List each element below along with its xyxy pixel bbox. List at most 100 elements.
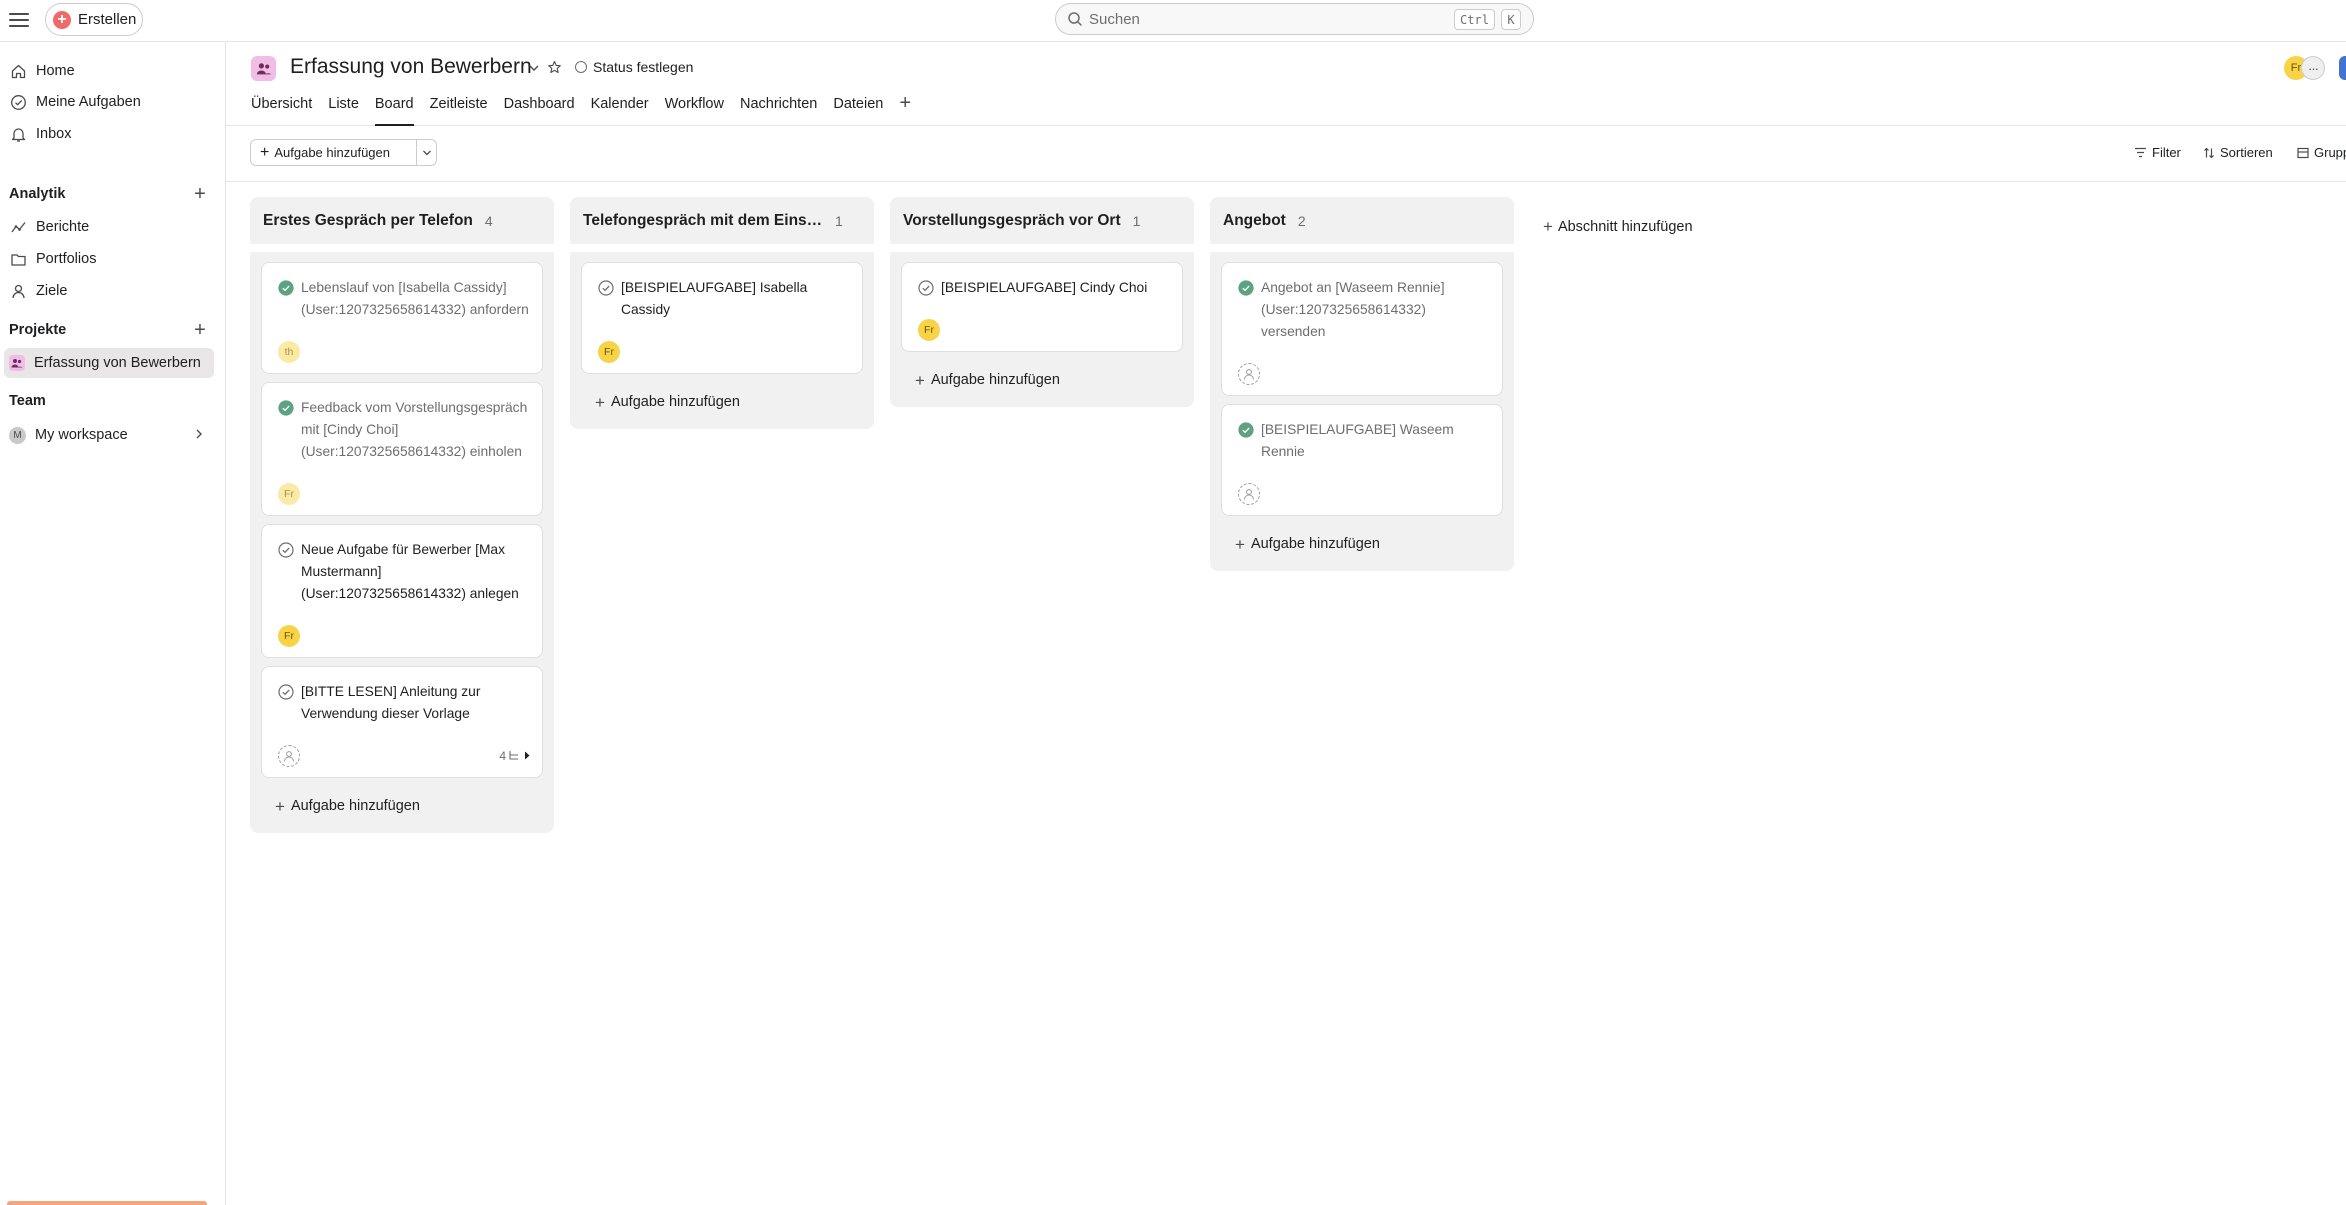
expand-triangle-icon bbox=[524, 749, 530, 763]
group-label: Grupp bbox=[2314, 145, 2346, 160]
tab-timeline[interactable]: Zeitleiste bbox=[422, 93, 496, 126]
task-card[interactable]: Angebot an [Waseem Rennie](User:12073256… bbox=[1221, 262, 1503, 396]
sidebar-item-reports[interactable]: Berichte bbox=[4, 212, 214, 242]
add-analytics-button[interactable]: + bbox=[191, 183, 209, 206]
projects-section-header: Projekte + bbox=[9, 318, 209, 342]
task-title-row: [BEISPIELAUFGABE] Cindy Choi bbox=[918, 277, 1170, 299]
assignee-avatar[interactable]: Fr bbox=[918, 318, 940, 341]
tab-dashboard[interactable]: Dashboard bbox=[496, 93, 583, 126]
task-title: Feedback vom Vorstellungsgespräch mit [C… bbox=[301, 400, 528, 459]
unassigned-avatar-icon[interactable] bbox=[278, 744, 300, 767]
filter-icon bbox=[2135, 147, 2146, 158]
filter-button[interactable]: Filter bbox=[2134, 145, 2181, 160]
sidebar-item-label: Erfassung von Bewerbern bbox=[34, 355, 201, 371]
completed-check-icon[interactable] bbox=[1238, 422, 1254, 438]
tab-board[interactable]: Board bbox=[367, 93, 422, 126]
task-footer bbox=[1238, 362, 1490, 385]
tab-overview[interactable]: Übersicht bbox=[251, 93, 320, 126]
subtask-count[interactable]: 4 bbox=[499, 749, 530, 763]
check-circle-icon[interactable] bbox=[918, 280, 934, 296]
column-add-task-button[interactable]: + Aufgabe hinzufügen bbox=[1221, 524, 1503, 564]
chevron-right-icon bbox=[196, 429, 202, 439]
column-title: Erstes Gespräch per Telefon bbox=[263, 211, 473, 229]
column-add-task-button[interactable]: + Aufgabe hinzufügen bbox=[581, 382, 863, 422]
board-column: Telefongespräch mit dem Einstel... 1 [BEIS… bbox=[570, 197, 874, 429]
sidebar-item-portfolios[interactable]: Portfolios bbox=[4, 244, 214, 274]
projects-section-title: Projekte bbox=[9, 322, 67, 338]
task-card[interactable]: [BEISPIELAUFGABE] Waseem Rennie bbox=[1221, 404, 1503, 516]
task-title: Angebot an [Waseem Rennie](User:12073256… bbox=[1261, 280, 1445, 339]
assignee-avatar[interactable]: th bbox=[278, 340, 300, 363]
sort-button[interactable]: Sortieren bbox=[2203, 145, 2273, 160]
check-circle-icon[interactable] bbox=[598, 280, 614, 296]
task-card[interactable]: Neue Aufgabe für Bewerber [Max Musterman… bbox=[261, 524, 543, 658]
share-button[interactable] bbox=[2339, 56, 2346, 80]
task-title: Lebenslauf von [Isabella Cassidy](User:1… bbox=[301, 280, 529, 317]
tab-calendar[interactable]: Kalender bbox=[583, 93, 657, 126]
search-input[interactable]: Suchen Ctrl K bbox=[1055, 3, 1534, 35]
tab-files[interactable]: Dateien bbox=[825, 93, 891, 126]
tab-list[interactable]: Liste bbox=[320, 93, 367, 126]
task-footer bbox=[1238, 482, 1490, 505]
top-bar: + Erstellen Suchen Ctrl K bbox=[0, 0, 2346, 42]
create-button[interactable]: + Erstellen bbox=[45, 3, 143, 36]
add-project-button[interactable]: + bbox=[191, 319, 209, 342]
check-circle-icon[interactable] bbox=[278, 684, 294, 700]
completed-check-icon[interactable] bbox=[1238, 280, 1254, 296]
completed-check-icon[interactable] bbox=[278, 280, 294, 296]
assignee-avatar[interactable]: Fr bbox=[278, 482, 300, 505]
project-people-icon bbox=[9, 355, 25, 371]
sidebar-item-label: Portfolios bbox=[36, 251, 97, 267]
sidebar-item-goals[interactable]: Ziele bbox=[4, 276, 214, 306]
sidebar-item-home[interactable]: Home bbox=[4, 56, 214, 86]
column-add-task-button[interactable]: + Aufgabe hinzufügen bbox=[901, 360, 1183, 400]
group-icon bbox=[2297, 147, 2309, 158]
completed-check-icon[interactable] bbox=[278, 400, 294, 416]
task-title: [BEISPIELAUFGABE] Cindy Choi bbox=[941, 280, 1148, 295]
tab-workflow[interactable]: Workflow bbox=[657, 93, 732, 126]
task-card[interactable]: Feedback vom Vorstellungsgespräch mit [C… bbox=[261, 382, 543, 516]
chevron-down-icon[interactable] bbox=[528, 63, 540, 73]
tab-messages[interactable]: Nachrichten bbox=[732, 93, 825, 126]
trial-banner-edge[interactable] bbox=[7, 1201, 207, 1205]
filter-label: Filter bbox=[2152, 145, 2181, 160]
check-circle-icon[interactable] bbox=[278, 542, 294, 558]
project-tabs: Übersicht Liste Board Zeitleiste Dashboa… bbox=[251, 93, 919, 126]
group-button[interactable]: Grupp bbox=[2297, 145, 2346, 160]
column-count: 1 bbox=[835, 212, 843, 229]
star-icon[interactable] bbox=[547, 60, 562, 75]
sidebar-item-label: Home bbox=[36, 63, 75, 79]
sidebar-item-inbox[interactable]: Inbox bbox=[4, 119, 214, 149]
column-header[interactable]: Telefongespräch mit dem Einstel... 1 bbox=[570, 197, 874, 244]
project-header: Erfassung von Bewerbern Status festlegen… bbox=[226, 42, 2346, 126]
sidebar-item-workspace[interactable]: M My workspace bbox=[4, 420, 214, 450]
column-add-task-label: Aufgabe hinzufügen bbox=[290, 798, 420, 814]
more-members-button[interactable]: ··· bbox=[2301, 56, 2325, 80]
column-header[interactable]: Vorstellungsgespräch vor Ort 1 bbox=[890, 197, 1194, 244]
unassigned-avatar-icon[interactable] bbox=[1238, 482, 1260, 505]
add-tab-button[interactable]: + bbox=[891, 93, 919, 126]
add-task-label: Aufgabe hinzufügen bbox=[274, 145, 390, 160]
task-title-row: Lebenslauf von [Isabella Cassidy](User:1… bbox=[278, 277, 530, 321]
add-task-button[interactable]: + Aufgabe hinzufügen bbox=[251, 140, 416, 165]
task-card[interactable]: [BITTE LESEN] Anleitung zur Verwendung d… bbox=[261, 666, 543, 778]
sidebar-item-my-tasks[interactable]: Meine Aufgaben bbox=[4, 87, 214, 117]
sidebar-item-project[interactable]: Erfassung von Bewerbern bbox=[4, 348, 214, 378]
assignee-avatar[interactable]: Fr bbox=[278, 624, 300, 647]
add-section-button[interactable]: + Abschnitt hinzufügen bbox=[1543, 218, 1693, 235]
task-card[interactable]: [BEISPIELAUFGABE] Cindy Choi Fr bbox=[901, 262, 1183, 352]
task-card[interactable]: [BEISPIELAUFGABE] Isabella Cassidy Fr bbox=[581, 262, 863, 374]
add-task-dropdown[interactable] bbox=[416, 140, 436, 165]
column-title: Telefongespräch mit dem Einstel... bbox=[583, 211, 823, 229]
column-header[interactable]: Angebot 2 bbox=[1210, 197, 1514, 244]
task-title-row: Neue Aufgabe für Bewerber [Max Musterman… bbox=[278, 539, 530, 605]
task-card[interactable]: Lebenslauf von [Isabella Cassidy](User:1… bbox=[261, 262, 543, 374]
column-header[interactable]: Erstes Gespräch per Telefon 4 bbox=[250, 197, 554, 244]
set-status-button[interactable]: Status festlegen bbox=[575, 59, 693, 75]
column-add-task-button[interactable]: + Aufgabe hinzufügen bbox=[261, 786, 543, 826]
task-footer: Fr bbox=[918, 318, 1170, 341]
hamburger-menu-icon[interactable] bbox=[9, 10, 29, 27]
assignee-avatar[interactable]: Fr bbox=[598, 340, 620, 363]
add-section-label: Abschnitt hinzufügen bbox=[1557, 218, 1693, 235]
unassigned-avatar-icon[interactable] bbox=[1238, 362, 1260, 385]
